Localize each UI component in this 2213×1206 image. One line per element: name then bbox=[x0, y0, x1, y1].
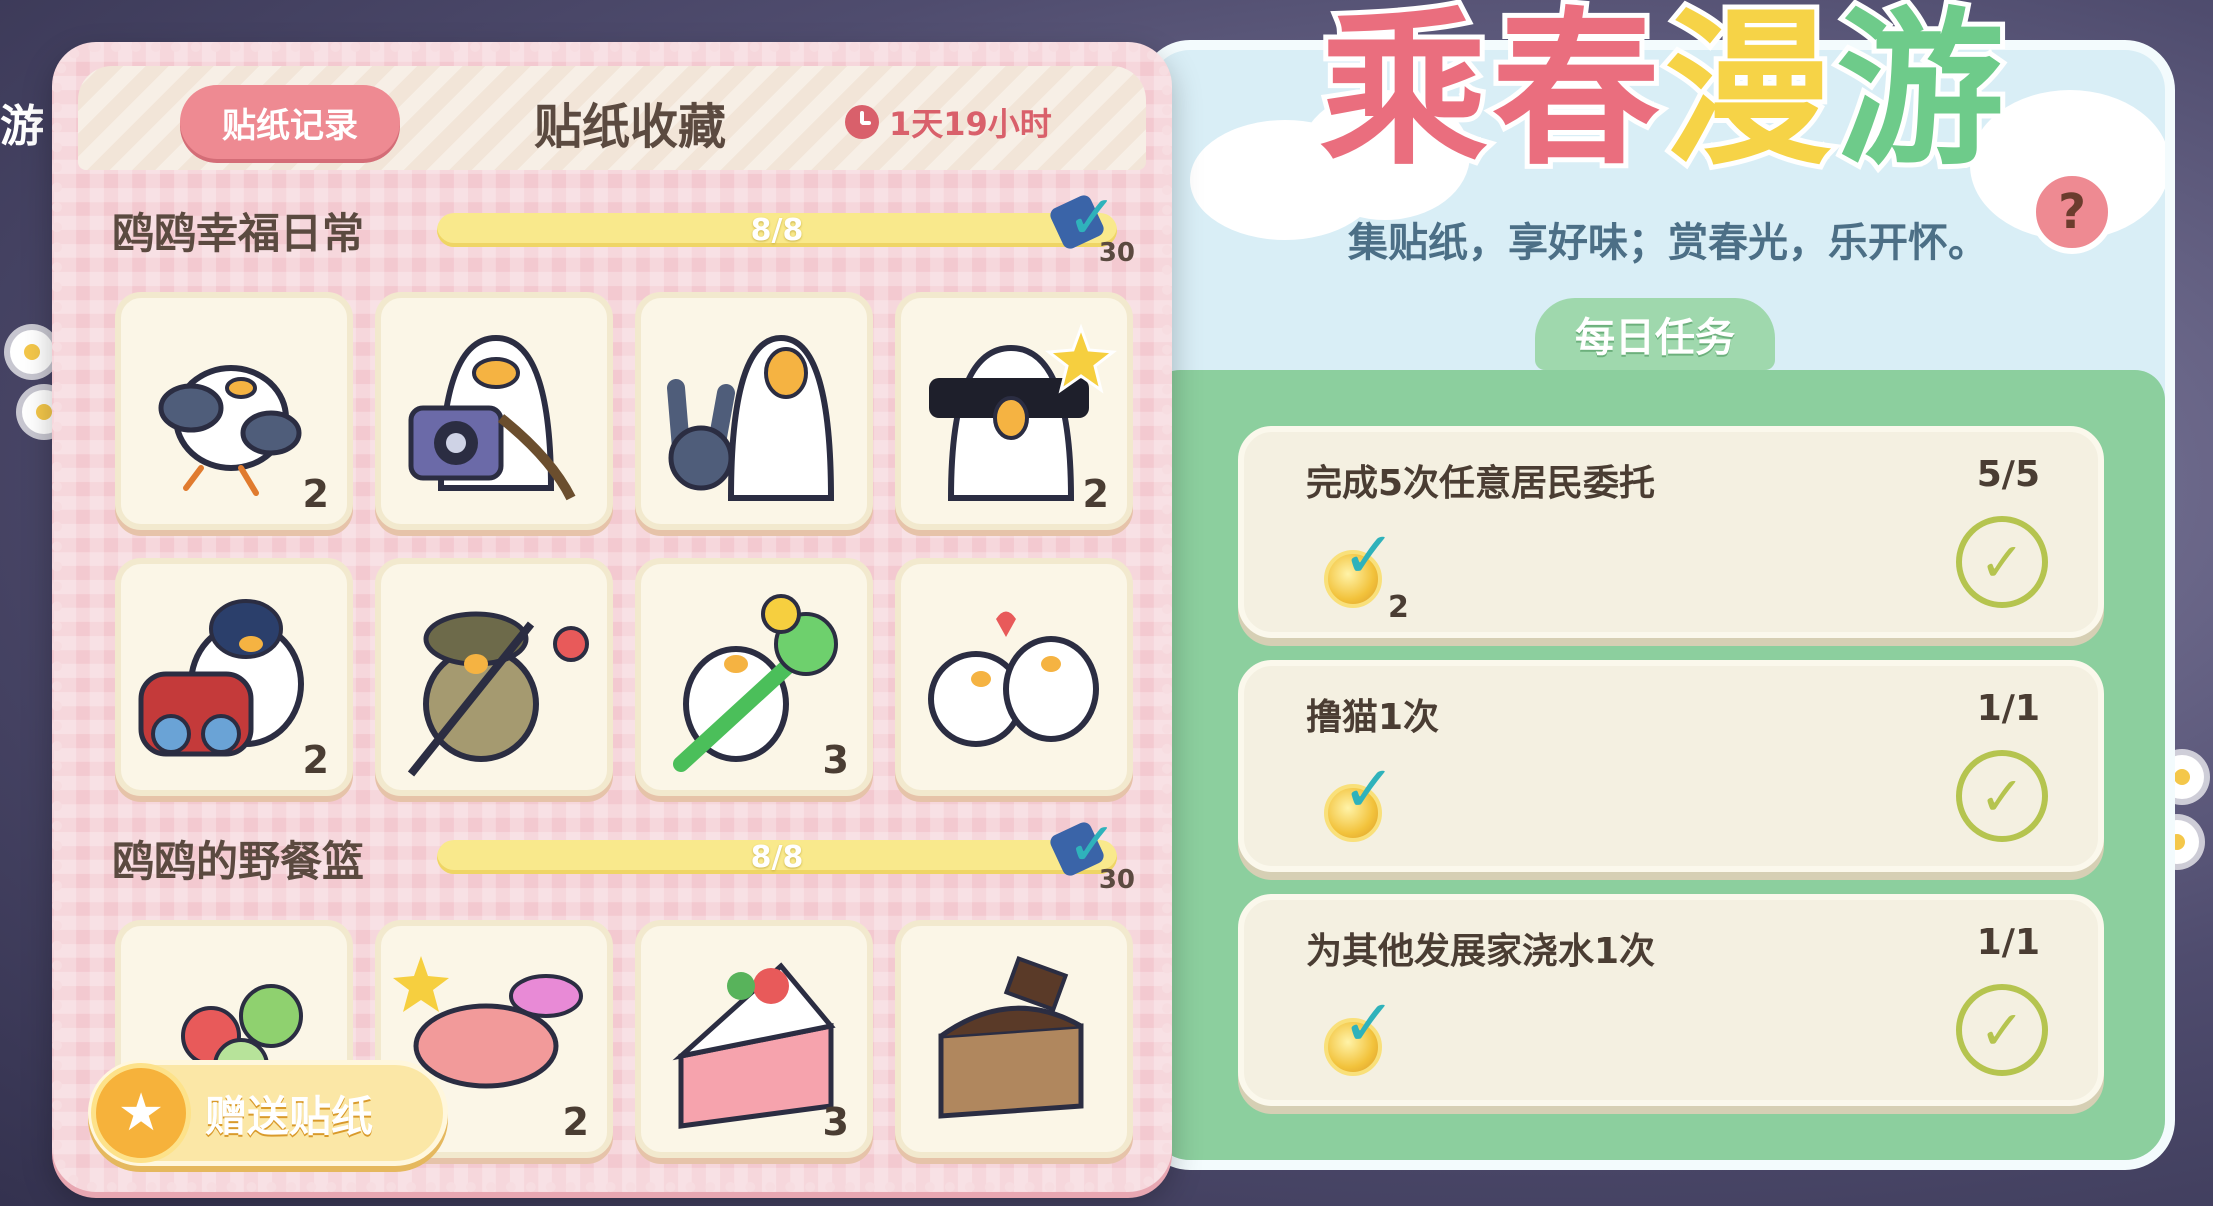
sticker-card[interactable] bbox=[375, 558, 613, 796]
section-progress-bar: 8/8 bbox=[437, 840, 1117, 875]
task-card: 撸猫1次 1/1 ✓ ✓ bbox=[1238, 660, 2104, 872]
timer-text: 1天19小时 bbox=[889, 105, 1052, 143]
game-logo: 乘 春 漫 游 bbox=[1315, 0, 2040, 188]
gull-sticker-icon bbox=[407, 611, 589, 777]
sticker-count: 3 bbox=[822, 738, 849, 782]
logo-char: 春 bbox=[1487, 0, 1665, 188]
sticker-card[interactable]: 3 bbox=[635, 558, 873, 796]
sticker-card[interactable] bbox=[895, 920, 1133, 1158]
food-sticker-icon bbox=[938, 955, 1084, 1119]
task-card: 完成5次任意居民委托 5/5 ✓ 2 ✓ bbox=[1238, 426, 2104, 638]
gull-sticker-icon bbox=[928, 611, 1099, 747]
help-icon[interactable]: ? bbox=[2030, 170, 2114, 254]
section-progress-bar: 8/8 bbox=[437, 213, 1117, 248]
sticker-card[interactable] bbox=[375, 292, 613, 530]
event-subtitle: 集贴纸，享好味；赏春光，乐开怀。 bbox=[1348, 220, 1988, 266]
task-name: 为其他发展家浇水1次 bbox=[1306, 931, 1656, 972]
task-progress: 5/5 bbox=[1976, 454, 2040, 495]
reward-count: 30 bbox=[1098, 865, 1135, 895]
task-name: 撸猫1次 bbox=[1306, 697, 1440, 738]
sticker-card[interactable]: 2 bbox=[115, 292, 353, 530]
sticker-count: 3 bbox=[822, 1100, 849, 1144]
gift-sticker-button[interactable]: ★ 赠送贴纸 bbox=[88, 1060, 448, 1166]
logo-char: 乘 bbox=[1315, 0, 1493, 188]
sticker-card[interactable]: 2 bbox=[115, 558, 353, 796]
section-reward[interactable]: ✓ 30 bbox=[1047, 188, 1135, 268]
sticker-card[interactable]: 2 bbox=[895, 292, 1133, 530]
sticker-card[interactable]: 3 bbox=[635, 920, 873, 1158]
page-title: 贴纸收藏 bbox=[533, 99, 726, 155]
gift-sticker-label: 赠送贴纸 bbox=[205, 1091, 374, 1141]
check-icon: ✓ bbox=[1342, 987, 1396, 1061]
reward-count: 2 bbox=[1388, 590, 1409, 625]
task-reward: ✓ bbox=[1324, 758, 1434, 862]
clock-icon bbox=[845, 105, 879, 139]
task-complete-icon: ✓ bbox=[1956, 516, 2048, 608]
task-complete-icon: ✓ bbox=[1956, 750, 2048, 842]
check-icon: ✓ bbox=[1342, 519, 1396, 593]
section-title: 鸥鸥幸福日常 bbox=[112, 208, 365, 258]
task-progress: 1/1 bbox=[1976, 922, 2040, 963]
task-progress: 1/1 bbox=[1976, 688, 2040, 729]
flower-decoration bbox=[10, 330, 54, 374]
sticker-card[interactable] bbox=[895, 558, 1133, 796]
section-reward[interactable]: ✓ 30 bbox=[1047, 815, 1135, 895]
tab-daily-tasks[interactable]: 每日任务 bbox=[1535, 298, 1775, 370]
gull-sticker-icon bbox=[408, 334, 576, 501]
reward-count: 30 bbox=[1098, 238, 1135, 268]
logo-char: 漫 bbox=[1659, 0, 1837, 188]
logo-char: 游 bbox=[1831, 0, 2009, 188]
gift-icon: ★ bbox=[91, 1063, 191, 1163]
sticker-count: 2 bbox=[302, 738, 329, 782]
sticker-count: 2 bbox=[302, 472, 329, 516]
side-text: 游 bbox=[0, 101, 44, 152]
sticker-count: 2 bbox=[562, 1100, 589, 1144]
sticker-count: 2 bbox=[1082, 472, 1109, 516]
task-complete-icon: ✓ bbox=[1956, 984, 2048, 1076]
task-reward: ✓ bbox=[1324, 992, 1434, 1096]
tab-sticker-record[interactable]: 贴纸记录 bbox=[180, 85, 400, 159]
gull-sticker-icon bbox=[667, 334, 835, 501]
check-icon: ✓ bbox=[1342, 753, 1396, 827]
sticker-card[interactable] bbox=[635, 292, 873, 530]
event-timer: 1天19小时 bbox=[845, 85, 1052, 159]
task-card: 为其他发展家浇水1次 1/1 ✓ ✓ bbox=[1238, 894, 2104, 1106]
section-title: 鸥鸥的野餐篮 bbox=[112, 836, 365, 886]
task-name: 完成5次任意居民委托 bbox=[1306, 463, 1656, 504]
task-reward: ✓ 2 bbox=[1324, 524, 1434, 628]
